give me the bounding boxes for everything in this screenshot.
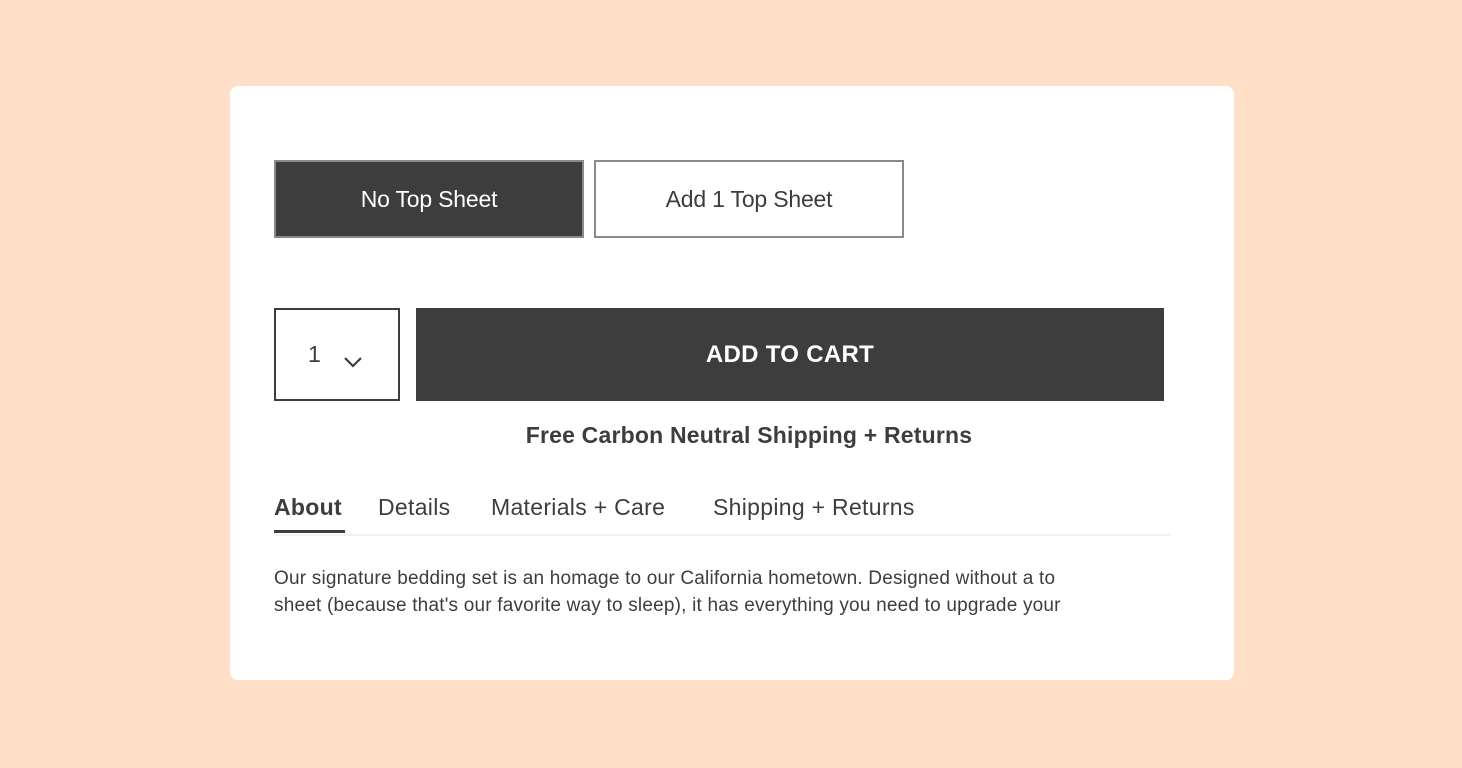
tab-about[interactable]: About — [274, 494, 342, 521]
tab-materials-care[interactable]: Materials + Care — [491, 494, 665, 521]
product-info-tabs: About Details Materials + Care Shipping … — [274, 494, 1170, 536]
add-top-sheet-label: Add 1 Top Sheet — [665, 185, 833, 212]
about-line-1: Our signature bedding set is an homage t… — [274, 568, 1056, 589]
tab-details[interactable]: Details — [378, 494, 450, 521]
chevron-down-icon — [343, 348, 363, 368]
add-to-cart-label: ADD TO CART — [705, 340, 875, 368]
quantity-value: 1 — [308, 341, 321, 367]
active-tab-underline — [274, 530, 345, 533]
tab-shipping-returns[interactable]: Shipping + Returns — [713, 494, 915, 521]
add-to-cart-button[interactable]: ADD TO CART — [416, 308, 1164, 401]
clipped-text-above — [274, 100, 1154, 112]
shipping-note: Free Carbon Neutral Shipping + Returns — [525, 422, 973, 448]
product-card: No Top Sheet Add 1 Top Sheet 1 ADD TO CA… — [230, 86, 1234, 680]
no-top-sheet-option[interactable]: No Top Sheet — [274, 160, 584, 238]
about-line-2: sheet (because that's our favorite way t… — [274, 595, 1061, 616]
about-description: Our signature bedding set is an homage t… — [274, 565, 1160, 625]
no-top-sheet-label: No Top Sheet — [360, 185, 498, 212]
quantity-select[interactable]: 1 — [274, 308, 400, 401]
add-top-sheet-option[interactable]: Add 1 Top Sheet — [594, 160, 904, 238]
